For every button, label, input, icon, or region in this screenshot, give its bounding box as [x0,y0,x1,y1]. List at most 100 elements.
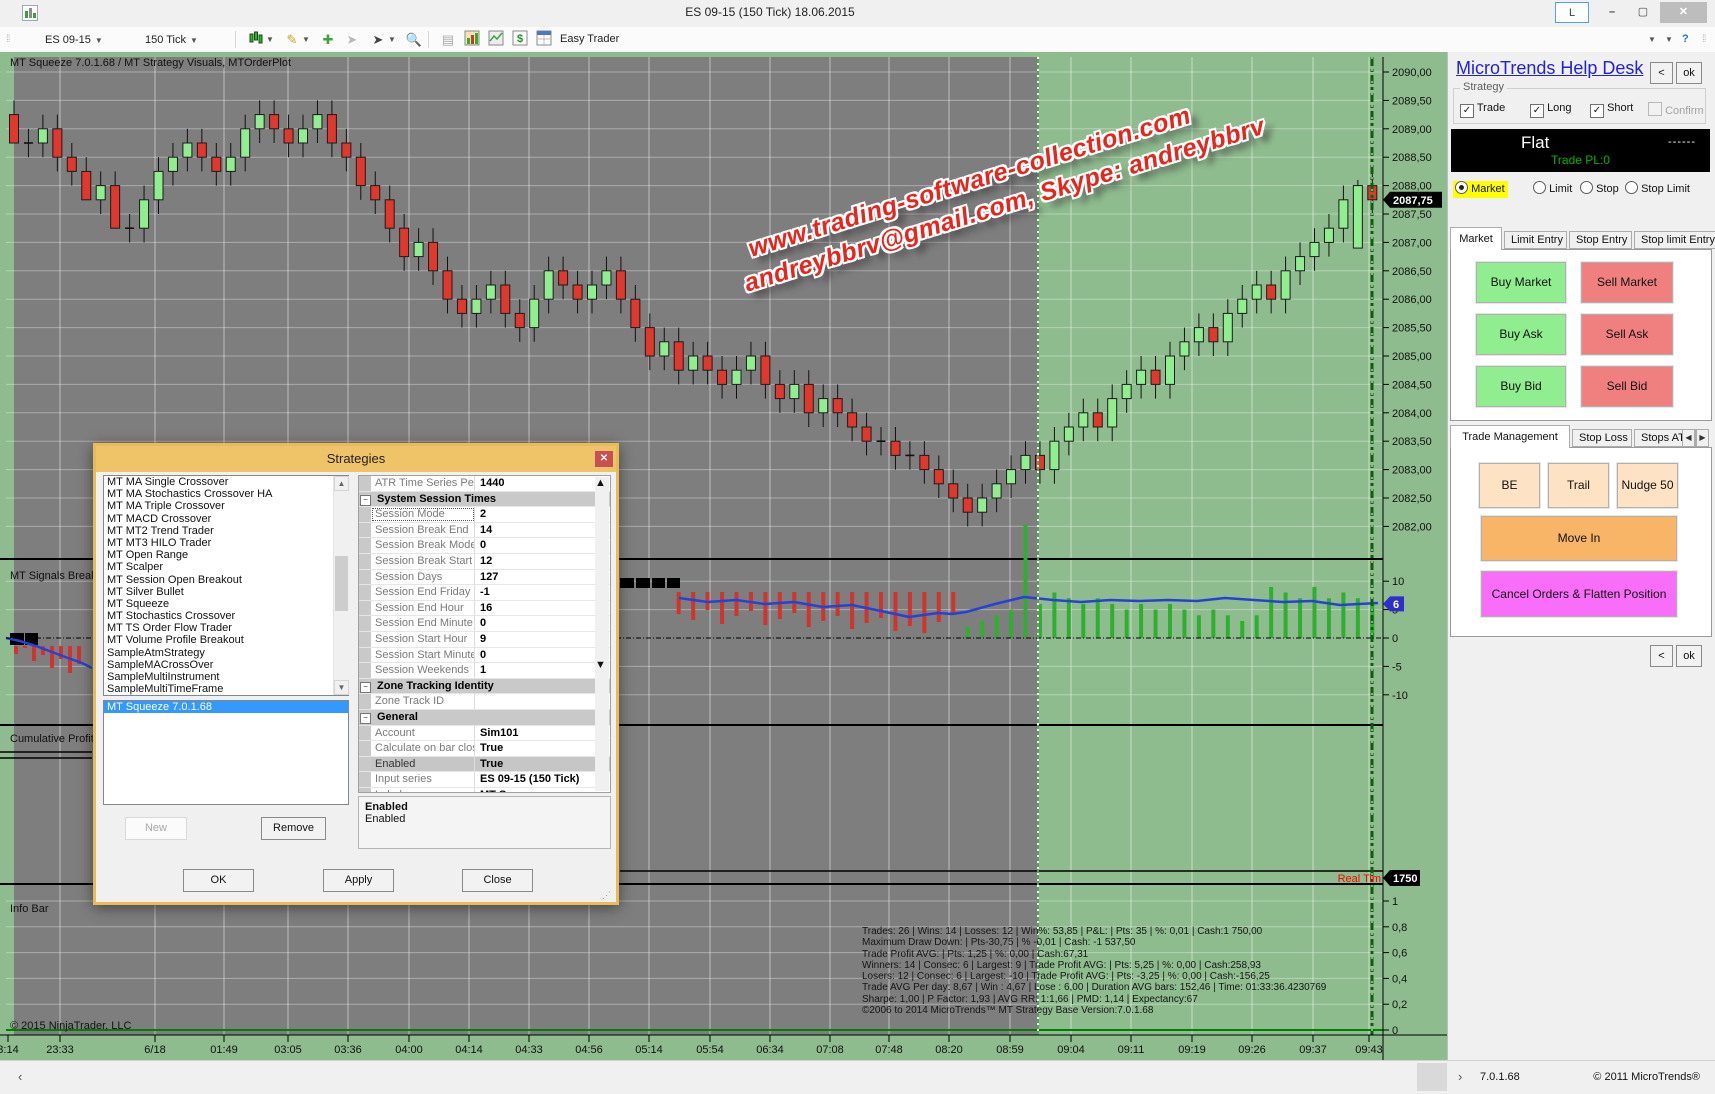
be-button[interactable]: BE [1479,463,1540,508]
property-row[interactable]: AccountSim101 [359,726,610,742]
list-item[interactable]: MT Silver Bullet [104,586,348,598]
property-row[interactable]: Session Break Start12 [359,554,610,570]
data-grid-icon[interactable] [534,30,554,49]
scrollbar-thumb[interactable] [335,556,348,611]
list-item[interactable]: SampleMultiTimeFrame [104,683,348,695]
property-row[interactable]: Session Mode2 [359,507,610,523]
grid-scrollbar[interactable]: ▲ ▼ [595,477,609,791]
instrument-dropdown[interactable]: ES 09-15▼ [40,30,108,51]
property-row[interactable]: Session Weekends1 [359,663,610,679]
chart-style-caret-icon[interactable]: ▼ [266,30,274,49]
panel-caret-icon[interactable]: ▼ [1648,30,1656,49]
panel-caret-icon[interactable]: ▼ [1665,30,1673,49]
tab-scroll-left-icon[interactable]: ◀ [1682,429,1695,447]
property-row[interactable]: Session End Friday-1 [359,585,610,601]
drawing-tools-icon[interactable]: ✎ [282,30,302,49]
property-category-row[interactable]: −General [359,710,610,726]
scroll-up-icon[interactable]: ▲ [334,476,349,491]
list-item[interactable]: SampleMultiInstrument [104,671,348,683]
tab-stop-limit-entry[interactable]: Stop limit Entry [1634,231,1715,249]
tab-trade-management[interactable]: Trade Management [1450,425,1570,448]
property-row[interactable]: Session Break End14 [359,523,610,539]
property-row[interactable]: Input seriesES 09-15 (150 Tick) [359,772,610,788]
nudge-50-button[interactable]: Nudge 50 [1617,463,1678,508]
add-indicator-icon[interactable]: ✚ [318,30,338,49]
property-row[interactable]: Session End Minute0 [359,616,610,632]
list-item[interactable]: MT MT3 HILO Trader [104,537,348,549]
remove-indicator-icon[interactable]: ➤ [342,30,362,49]
property-row[interactable]: Session Break Mode0 [359,538,610,554]
property-row[interactable]: Session Start Hour9 [359,632,610,648]
property-row[interactable]: ATR Time Series Peric1440 [359,476,610,492]
list-item[interactable]: MT Session Open Breakout [104,574,348,586]
sell-bid-button[interactable]: Sell Bid [1581,366,1673,407]
scroll-left-icon[interactable]: ‹ [18,1069,22,1084]
checkbox-confirm[interactable]: Confirm [1648,102,1704,116]
minimize-button[interactable]: – [1598,2,1626,23]
new-button[interactable]: New [125,817,187,840]
tab-scroll-right-icon[interactable]: ▶ [1696,429,1709,447]
list-item[interactable]: MT TS Order Flow Trader [104,622,348,634]
cursor-caret-icon[interactable]: ▼ [388,30,396,49]
cancel-flatten-button[interactable]: Cancel Orders & Flatten Position [1481,571,1677,617]
zoom-icon[interactable]: 🔍 [404,30,424,49]
remove-button[interactable]: Remove [261,817,326,840]
property-category-row[interactable]: −Zone Tracking Identity [359,679,610,695]
list-item[interactable]: MT Stochastics Crossover [104,610,348,622]
panel-back-button[interactable]: < [1650,645,1673,667]
available-strategies-list[interactable]: MT MA Single CrossoverMT MA Stochastics … [103,475,349,696]
order-type-radio-stop-limit[interactable]: Stop Limit [1625,181,1690,196]
property-category-row[interactable]: −System Session Times [359,492,610,508]
sell-market-button[interactable]: Sell Market [1581,262,1673,303]
panels-icon[interactable]: ▤ [438,30,458,49]
trail-button[interactable]: Trail [1548,463,1609,508]
tab-stop-entry[interactable]: Stop Entry [1569,231,1632,249]
property-row[interactable]: Session Start Minute0 [359,648,610,664]
list-item[interactable]: SampleMACrossOver [104,659,348,671]
property-row[interactable]: Session End Hour16 [359,601,610,617]
tab-limit-entry[interactable]: Limit Entry [1504,231,1567,249]
buy-bid-button[interactable]: Buy Bid [1476,366,1566,407]
panel-ok-button[interactable]: ok [1676,62,1702,84]
sell-ask-button[interactable]: Sell Ask [1581,314,1673,355]
chart-style-icon[interactable] [246,30,266,49]
list-item[interactable]: MT MA Triple Crossover [104,500,348,512]
list-item[interactable]: MT Scalper [104,561,348,573]
buy-market-button[interactable]: Buy Market [1476,262,1566,303]
list-item[interactable]: MT MA Stochastics Crossover HA [104,488,348,500]
move-in-button[interactable]: Move In [1481,516,1677,561]
property-row[interactable]: LabelMT Squeeze [359,788,610,793]
list-item[interactable]: SampleAtmStrategy [104,647,348,659]
chart-window-icon[interactable] [486,30,506,49]
scrollbar-thumb[interactable] [1417,1063,1447,1091]
list-item[interactable]: MT Open Range [104,549,348,561]
scroll-down-icon[interactable]: ▼ [595,659,609,671]
list-item[interactable]: MT MACD Crossover [104,513,348,525]
apply-button[interactable]: Apply [323,869,394,892]
list-item[interactable]: MT Squeeze 7.0.1.68 [104,701,348,713]
tab-stop-loss[interactable]: Stop Loss [1572,429,1632,447]
property-row[interactable]: Calculate on bar closeTrue [359,741,610,757]
scroll-down-icon[interactable]: ▼ [334,680,349,695]
close-button[interactable]: Close [462,869,533,892]
scrollbar-thumb[interactable] [595,489,607,659]
list-item[interactable]: MT Squeeze [104,598,348,610]
dialog-resize-grip[interactable]: ⋰ [602,890,612,901]
buy-ask-button[interactable]: Buy Ask [1476,314,1566,355]
checkbox-trade[interactable]: ✓ Trade [1460,102,1505,116]
panel-ok-button[interactable]: ok [1676,645,1702,667]
market-analyzer-icon[interactable] [462,30,482,49]
property-row[interactable]: EnabledTrue [359,757,610,773]
scroll-right-icon[interactable]: › [1458,1069,1462,1084]
cursor-icon[interactable]: ➤ [368,30,388,49]
help-icon[interactable]: ? [1682,30,1689,49]
order-type-radio-market[interactable]: Market [1453,181,1508,198]
property-grid[interactable]: ATR Time Series Peric1440−System Session… [358,475,611,793]
link-window-button[interactable]: L [1555,2,1589,23]
maximize-button[interactable]: ▢ [1629,2,1657,23]
tab-market[interactable]: Market [1450,227,1502,250]
help-desk-link[interactable]: MicroTrends Help Desk [1456,58,1643,79]
scroll-up-icon[interactable]: ▲ [595,477,609,489]
configured-strategies-list[interactable]: MT Squeeze 7.0.1.68 [103,700,349,805]
property-row[interactable]: Session Days127 [359,570,610,586]
